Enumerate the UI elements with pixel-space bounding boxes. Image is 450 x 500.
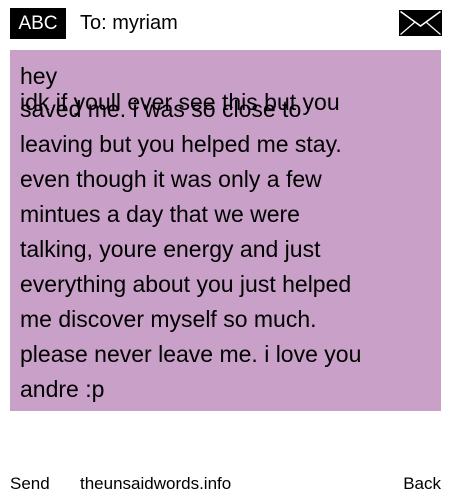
- message-overlap-line: idk if youll ever see this but you: [20, 89, 340, 115]
- message-header: ABC To: myriam: [0, 0, 450, 46]
- message-text: saved me. i was so close to leaving but …: [20, 96, 362, 402]
- send-button[interactable]: Send: [10, 470, 50, 498]
- envelope-icon: [399, 10, 442, 36]
- footer-bar: Send theunsaidwords.info Back: [0, 470, 450, 500]
- recipient-line: To: myriam: [80, 12, 178, 34]
- back-button[interactable]: Back: [403, 470, 441, 498]
- site-link[interactable]: theunsaidwords.info: [80, 470, 231, 498]
- abc-badge: ABC: [10, 8, 66, 39]
- message-greeting: hey: [20, 63, 58, 89]
- message-body-box: hey idk if youll ever see this but you s…: [10, 50, 441, 411]
